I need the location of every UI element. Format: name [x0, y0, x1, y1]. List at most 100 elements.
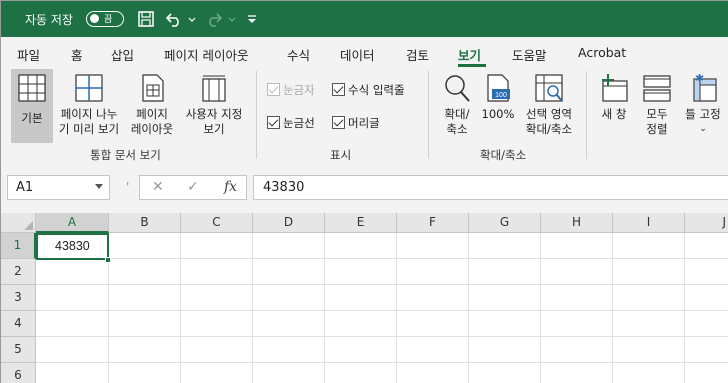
name-box-dropdown-icon[interactable]: [95, 184, 103, 189]
grid-cell[interactable]: [397, 285, 469, 311]
grid-cell[interactable]: [469, 363, 541, 383]
gridlines-checkbox[interactable]: 눈금선: [267, 115, 315, 131]
grid-cell[interactable]: [325, 285, 397, 311]
grid-cell[interactable]: [469, 259, 541, 285]
select-all-corner[interactable]: [1, 213, 36, 233]
customize-toolbar-icon[interactable]: [243, 10, 261, 28]
grid-cell[interactable]: [685, 233, 728, 259]
tab-review[interactable]: 검토: [406, 45, 429, 64]
grid-cell[interactable]: [36, 337, 109, 363]
grid-cell[interactable]: [325, 233, 397, 259]
custom-views-button[interactable]: 사용자 지정 보기: [181, 69, 247, 143]
column-header-e[interactable]: E: [325, 213, 397, 233]
grid-cell[interactable]: [109, 233, 181, 259]
grid-cell[interactable]: [541, 259, 613, 285]
insert-function-icon[interactable]: fx: [224, 179, 237, 195]
grid-cell[interactable]: [397, 363, 469, 383]
grid-cell[interactable]: [109, 311, 181, 337]
column-header-j[interactable]: J: [685, 213, 728, 233]
ruler-checkbox[interactable]: 눈금자: [267, 82, 315, 98]
grid-cell[interactable]: [613, 363, 685, 383]
new-window-button[interactable]: 새 창: [595, 69, 633, 143]
grid-cell[interactable]: [541, 285, 613, 311]
save-icon[interactable]: [137, 10, 155, 28]
grid-cell[interactable]: [181, 311, 253, 337]
autosave-toggle[interactable]: 끔: [86, 11, 124, 27]
row-header-1[interactable]: 1: [1, 233, 36, 259]
grid-cell[interactable]: [36, 259, 109, 285]
row-header-6[interactable]: 6: [1, 363, 36, 383]
tab-help[interactable]: 도움말: [512, 45, 547, 64]
name-box[interactable]: A1: [7, 175, 110, 200]
grid-cell[interactable]: [253, 233, 325, 259]
column-header-g[interactable]: G: [469, 213, 541, 233]
grid-cell[interactable]: [469, 233, 541, 259]
grid-cell[interactable]: [325, 259, 397, 285]
grid-cell[interactable]: [685, 363, 728, 383]
more-dots-icon[interactable]: ···: [121, 181, 132, 185]
grid-cell[interactable]: [397, 233, 469, 259]
grid-cell[interactable]: [181, 233, 253, 259]
grid-cell[interactable]: [253, 259, 325, 285]
zoom-to-selection-button[interactable]: 선택 영역 확대/축소: [519, 69, 579, 143]
grid-cell[interactable]: [685, 337, 728, 363]
grid-cell[interactable]: [613, 233, 685, 259]
redo-icon[interactable]: [205, 10, 223, 28]
grid-cell[interactable]: [253, 363, 325, 383]
grid-cell[interactable]: [253, 337, 325, 363]
grid-cell[interactable]: [541, 363, 613, 383]
grid-cell[interactable]: [325, 337, 397, 363]
grid-cell[interactable]: [397, 337, 469, 363]
column-header-f[interactable]: F: [397, 213, 469, 233]
normal-view-button[interactable]: 기본: [11, 69, 53, 143]
row-header-3[interactable]: 3: [1, 285, 36, 311]
grid-cell[interactable]: [36, 311, 109, 337]
grid-cell[interactable]: [613, 259, 685, 285]
column-header-b[interactable]: B: [109, 213, 181, 233]
row-header-5[interactable]: 5: [1, 337, 36, 363]
formula-bar-checkbox[interactable]: 수식 입력줄: [332, 82, 405, 98]
grid-cell[interactable]: [109, 285, 181, 311]
grid-cell[interactable]: [181, 363, 253, 383]
undo-dropdown-icon[interactable]: [183, 10, 201, 28]
grid-cell[interactable]: [469, 337, 541, 363]
fill-handle[interactable]: [105, 257, 111, 263]
tab-formulas[interactable]: 수식: [287, 45, 310, 64]
grid-cell[interactable]: [109, 337, 181, 363]
arrange-all-button[interactable]: 모두 정렬: [639, 69, 675, 143]
formula-input[interactable]: 43830: [253, 175, 728, 200]
tab-view[interactable]: 보기: [458, 45, 481, 64]
grid-cell[interactable]: [325, 311, 397, 337]
tab-file[interactable]: 파일: [17, 45, 40, 64]
grid-cell[interactable]: [36, 363, 109, 383]
grid-cell[interactable]: [469, 311, 541, 337]
grid-cell[interactable]: [181, 337, 253, 363]
grid-cell[interactable]: [397, 259, 469, 285]
grid-cell[interactable]: [181, 285, 253, 311]
tab-insert[interactable]: 삽입: [111, 45, 134, 64]
column-header-c[interactable]: C: [181, 213, 253, 233]
zoom-100-button[interactable]: 100 100%: [479, 69, 517, 143]
row-header-2[interactable]: 2: [1, 259, 36, 285]
grid-cell[interactable]: [541, 337, 613, 363]
tab-home[interactable]: 홈: [71, 45, 83, 64]
grid-cell[interactable]: [469, 285, 541, 311]
cell-a1[interactable]: 43830: [36, 233, 109, 260]
tab-data[interactable]: 데이터: [340, 45, 375, 64]
grid-cell[interactable]: [541, 233, 613, 259]
grid-cell[interactable]: [36, 285, 109, 311]
grid-cell[interactable]: [613, 311, 685, 337]
grid-cell[interactable]: [253, 285, 325, 311]
cancel-icon[interactable]: ✕: [152, 179, 164, 195]
headings-checkbox[interactable]: 머리글: [332, 115, 380, 131]
tab-page-layout[interactable]: 페이지 레이아웃: [164, 45, 248, 64]
grid-cell[interactable]: [685, 285, 728, 311]
column-header-a[interactable]: A: [36, 213, 109, 233]
grid-cell[interactable]: [109, 363, 181, 383]
freeze-panes-button[interactable]: ✱ 틀 고정 ⌄: [679, 69, 727, 143]
grid-cell[interactable]: [181, 259, 253, 285]
enter-icon[interactable]: ✓: [187, 179, 199, 195]
row-header-4[interactable]: 4: [1, 311, 36, 337]
grid-cell[interactable]: [325, 363, 397, 383]
zoom-button[interactable]: 확대/ 축소: [437, 69, 477, 143]
